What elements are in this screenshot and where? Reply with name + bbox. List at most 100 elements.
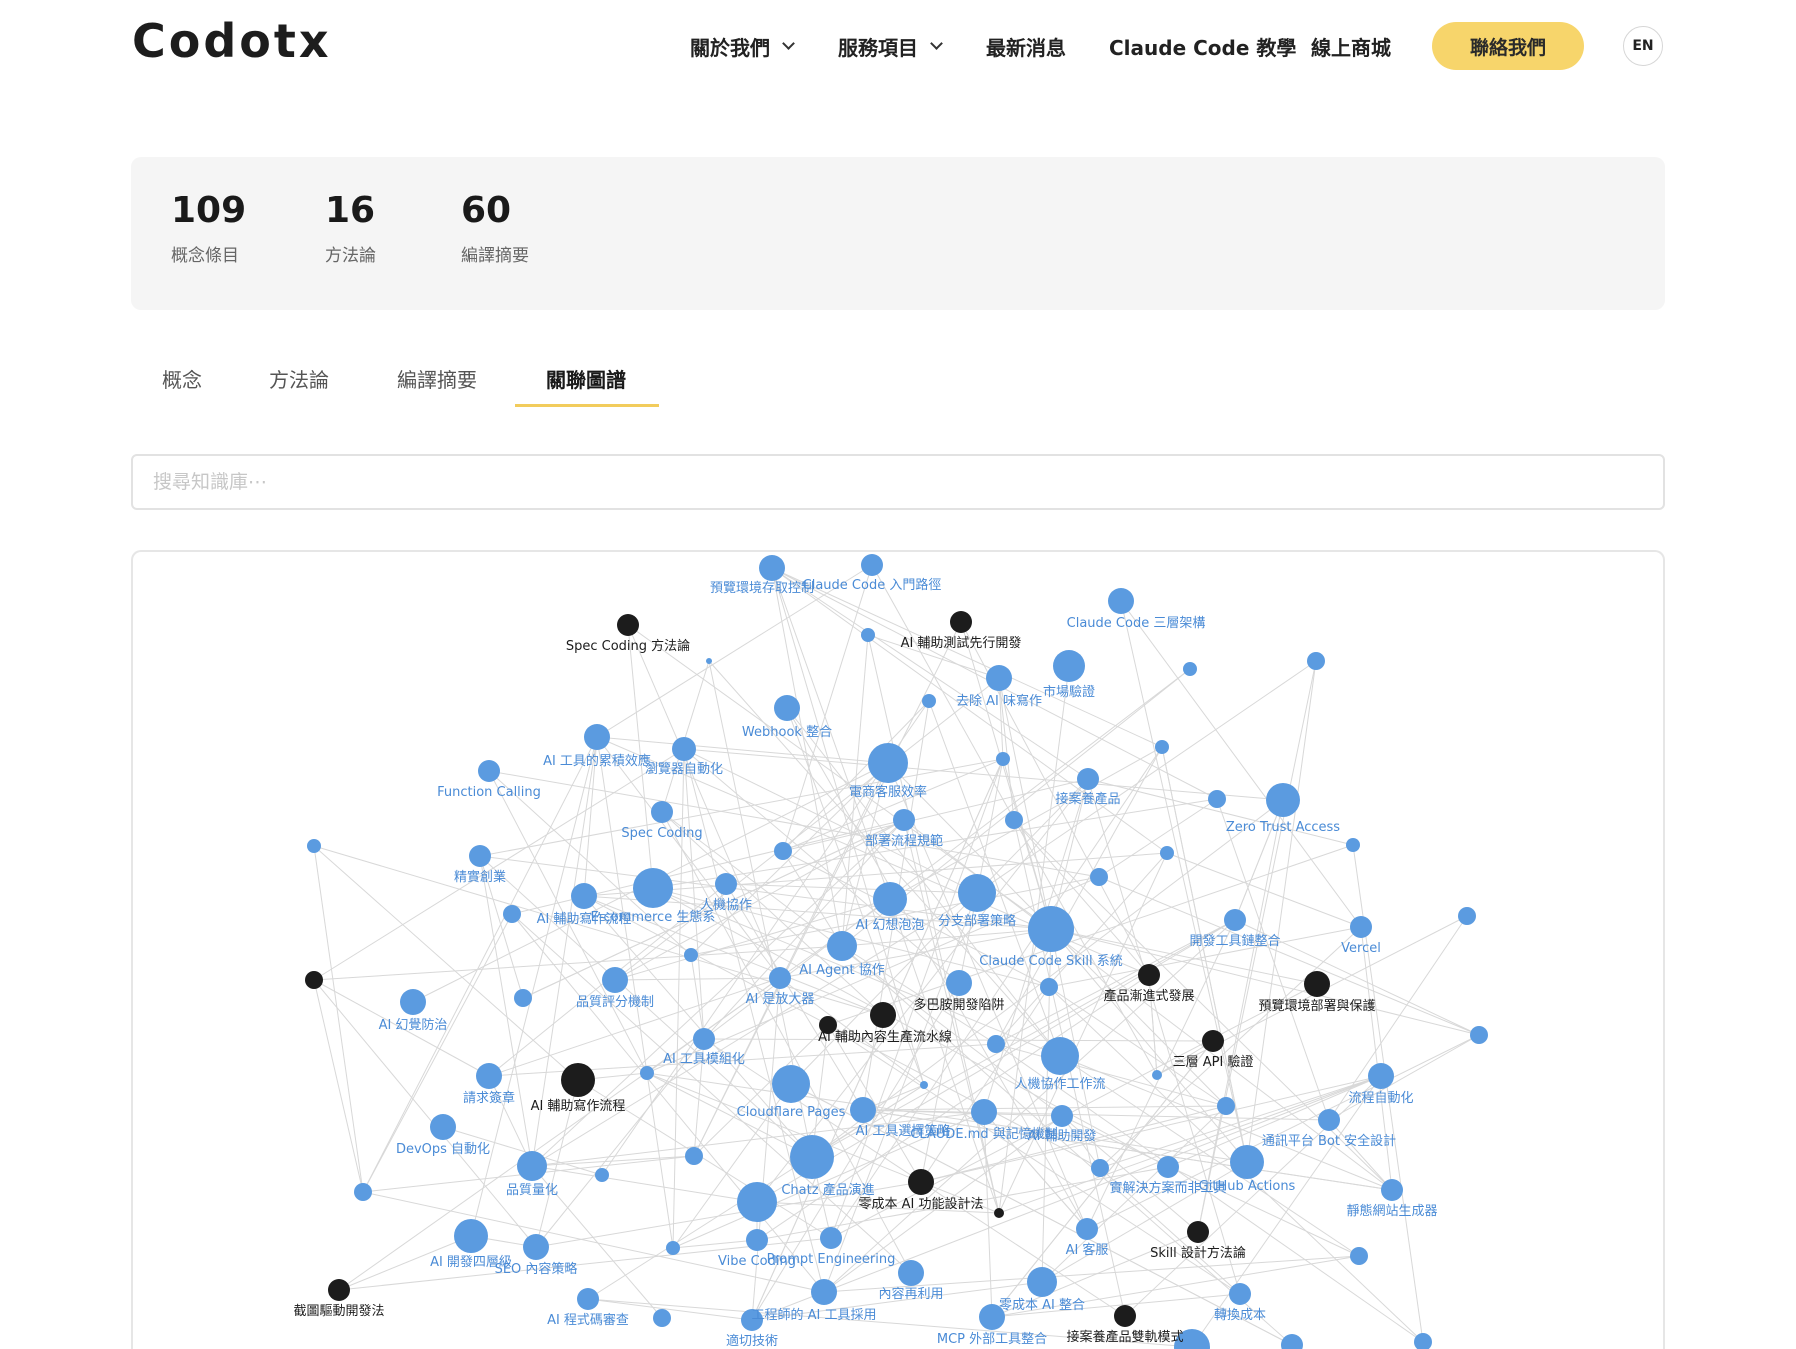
graph-node-concept[interactable] xyxy=(873,882,907,916)
nav-claude-code-tutorial[interactable]: Claude Code 教學 xyxy=(1109,32,1296,61)
graph-node-concept[interactable] xyxy=(1005,811,1023,829)
knowledge-graph[interactable]: 預覽環境存取控制 Claude Code 入門路徑 Spec Coding 方法論 A… xyxy=(131,550,1665,1349)
graph-node-concept[interactable] xyxy=(820,1227,842,1249)
graph-node-concept[interactable] xyxy=(1346,838,1360,852)
graph-node-concept[interactable] xyxy=(1051,1105,1073,1127)
graph-node-concept[interactable] xyxy=(774,842,792,860)
graph-node-concept[interactable] xyxy=(1318,1109,1340,1131)
graph-node-concept[interactable] xyxy=(1350,916,1372,938)
graph-node-concept[interactable] xyxy=(577,1288,599,1310)
graph-node-method[interactable] xyxy=(1138,964,1160,986)
graph-node-concept[interactable] xyxy=(523,1234,549,1260)
graph-node-concept[interactable] xyxy=(602,967,628,993)
graph-node-concept[interactable] xyxy=(503,905,521,923)
graph-node-concept[interactable] xyxy=(1108,588,1134,614)
graph-node-concept[interactable] xyxy=(651,801,673,823)
graph-node-concept[interactable] xyxy=(759,555,785,581)
graph-node-concept[interactable] xyxy=(772,1065,810,1103)
graph-node-concept[interactable] xyxy=(922,694,936,708)
graph-node-concept[interactable] xyxy=(811,1279,837,1305)
graph-node-concept[interactable] xyxy=(684,948,698,962)
graph-node-concept[interactable] xyxy=(685,1147,703,1165)
graph-node-concept[interactable] xyxy=(893,809,915,831)
graph-node-concept[interactable] xyxy=(1027,1267,1057,1297)
graph-node-method[interactable] xyxy=(561,1063,595,1097)
graph-node-concept[interactable] xyxy=(307,839,321,853)
graph-node-method[interactable] xyxy=(1114,1305,1136,1327)
graph-node-concept[interactable] xyxy=(478,760,500,782)
graph-node-concept[interactable] xyxy=(1470,1026,1488,1044)
graph-node-concept[interactable] xyxy=(1368,1063,1394,1089)
nav-about[interactable]: 關於我們 xyxy=(690,32,795,61)
graph-node-concept[interactable] xyxy=(1076,1218,1098,1240)
graph-node-concept[interactable] xyxy=(469,845,491,867)
graph-node-concept[interactable] xyxy=(430,1114,456,1140)
contact-us-button[interactable]: 聯絡我們 xyxy=(1432,22,1584,70)
graph-node-concept[interactable] xyxy=(987,1035,1005,1053)
tab-concepts[interactable]: 概念 xyxy=(162,364,202,393)
graph-node-concept[interactable] xyxy=(1160,846,1174,860)
knowledge-graph-canvas[interactable]: 預覽環境存取控制Claude Code 入門路徑 Spec Coding 方法論 A… xyxy=(133,552,1665,1349)
graph-node-method[interactable] xyxy=(870,1002,896,1028)
graph-node-concept[interactable] xyxy=(584,724,610,750)
graph-node-concept[interactable] xyxy=(946,970,972,996)
graph-node-concept[interactable] xyxy=(920,1081,928,1089)
graph-node-concept[interactable] xyxy=(861,628,875,642)
graph-node-concept[interactable] xyxy=(400,989,426,1015)
graph-node-concept[interactable] xyxy=(958,874,996,912)
graph-node-concept[interactable] xyxy=(996,752,1010,766)
graph-node-method[interactable] xyxy=(1187,1221,1209,1243)
graph-node-concept[interactable] xyxy=(1077,768,1099,790)
graph-node-concept[interactable] xyxy=(1155,740,1169,754)
graph-node-concept[interactable] xyxy=(476,1063,502,1089)
graph-node-concept[interactable] xyxy=(666,1241,680,1255)
nav-services[interactable]: 服務項目 xyxy=(838,32,943,61)
graph-node-method[interactable] xyxy=(328,1279,350,1301)
site-logo[interactable]: Codotx xyxy=(132,14,332,68)
graph-node-concept[interactable] xyxy=(1152,1070,1162,1080)
graph-node-concept[interactable] xyxy=(1090,868,1108,886)
graph-node-method[interactable] xyxy=(908,1169,934,1195)
graph-node-concept[interactable] xyxy=(1040,978,1058,996)
graph-node-concept[interactable] xyxy=(861,554,883,576)
graph-node-concept[interactable] xyxy=(1281,1334,1303,1349)
graph-node-concept[interactable] xyxy=(1217,1097,1235,1115)
graph-node-concept[interactable] xyxy=(640,1066,654,1080)
graph-node-concept[interactable] xyxy=(1381,1179,1403,1201)
graph-node-concept[interactable] xyxy=(1053,650,1085,682)
graph-node-concept[interactable] xyxy=(454,1219,488,1253)
graph-node-concept[interactable] xyxy=(595,1168,609,1182)
graph-node-concept[interactable] xyxy=(769,967,791,989)
nav-news[interactable]: 最新消息 xyxy=(986,32,1066,61)
graph-node-concept[interactable] xyxy=(514,989,532,1007)
graph-node-concept[interactable] xyxy=(774,695,800,721)
graph-node-method[interactable] xyxy=(1304,971,1330,997)
graph-node-concept[interactable] xyxy=(1028,906,1074,952)
tab-relation-graph[interactable]: 關聯圖譜 xyxy=(546,364,626,393)
graph-node-concept[interactable] xyxy=(790,1135,834,1179)
search-input[interactable] xyxy=(131,454,1665,510)
graph-node-concept[interactable] xyxy=(517,1151,547,1181)
graph-node-concept[interactable] xyxy=(1208,790,1226,808)
graph-node-concept[interactable] xyxy=(1229,1283,1251,1305)
graph-node-method[interactable] xyxy=(994,1208,1004,1218)
graph-node-concept[interactable] xyxy=(1091,1159,1109,1177)
graph-node-concept[interactable] xyxy=(1041,1037,1079,1075)
graph-node-concept[interactable] xyxy=(1183,662,1197,676)
graph-node-concept[interactable] xyxy=(1157,1156,1179,1178)
graph-node-concept[interactable] xyxy=(850,1097,876,1123)
graph-node-concept[interactable] xyxy=(633,868,673,908)
graph-node-concept[interactable] xyxy=(672,737,696,761)
tab-methods[interactable]: 方法論 xyxy=(269,364,329,393)
graph-node-concept[interactable] xyxy=(354,1183,372,1201)
graph-node-method[interactable] xyxy=(617,614,639,636)
graph-node-concept[interactable] xyxy=(1307,652,1325,670)
graph-node-concept[interactable] xyxy=(971,1099,997,1125)
graph-node-concept[interactable] xyxy=(1224,909,1246,931)
tab-summaries[interactable]: 編譯摘要 xyxy=(397,364,477,393)
graph-node-concept[interactable] xyxy=(746,1229,768,1251)
graph-node-concept[interactable] xyxy=(737,1182,777,1222)
graph-node-method[interactable] xyxy=(950,611,972,633)
graph-node-concept[interactable] xyxy=(1350,1247,1368,1265)
graph-node-concept[interactable] xyxy=(1458,907,1476,925)
